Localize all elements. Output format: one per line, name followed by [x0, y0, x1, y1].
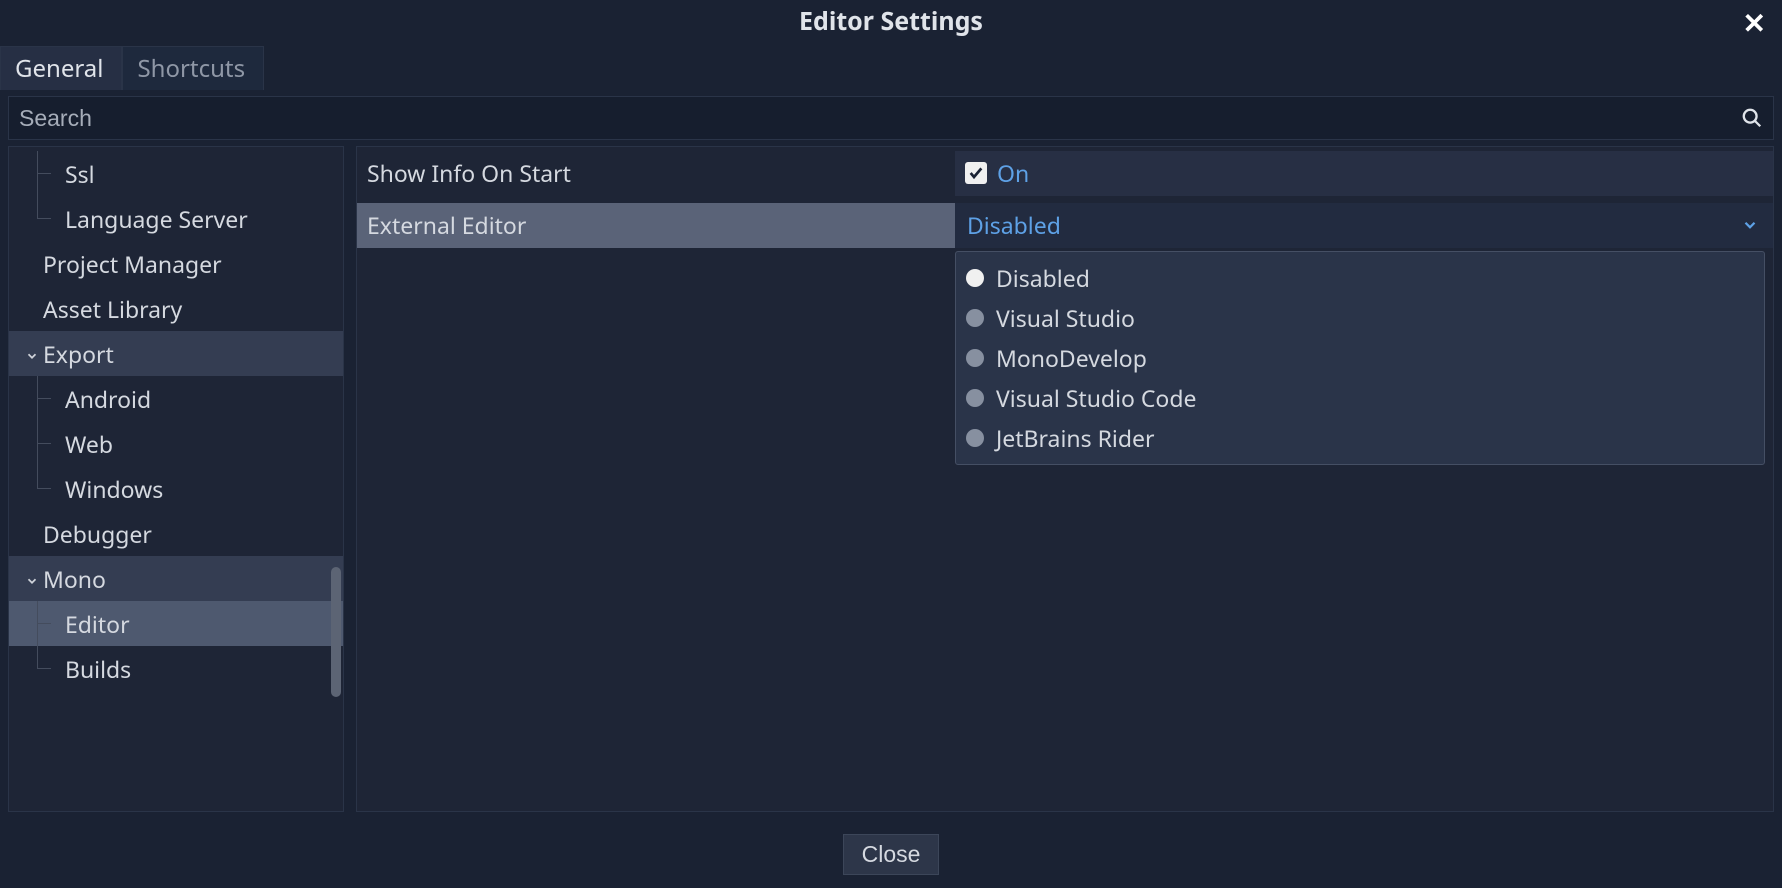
tree-item-debugger[interactable]: Debugger	[9, 511, 343, 556]
option-label: Visual Studio Code	[996, 382, 1196, 414]
tree-item-asset-library[interactable]: Asset Library	[9, 286, 343, 331]
tree-guide	[37, 646, 38, 669]
tree-item-label: Asset Library	[43, 293, 182, 325]
dropdown-selected: Disabled	[967, 209, 1061, 241]
search-bar	[8, 96, 1774, 140]
prop-label: Show Info On Start	[367, 157, 571, 189]
tree-item-label: Export	[43, 338, 114, 370]
tree-item-project-manager[interactable]: Project Manager	[9, 241, 343, 286]
option-label: Disabled	[996, 262, 1090, 294]
body: Ssl Language Server Project Manager Asset L…	[0, 146, 1782, 820]
chevron-down-icon	[1741, 209, 1759, 241]
sidebar-scrollbar[interactable]	[331, 567, 341, 697]
tree-item-android[interactable]: Android	[9, 376, 343, 421]
radio-icon	[966, 269, 984, 287]
tab-shortcuts-label: Shortcuts	[137, 52, 245, 85]
external-editor-option-disabled[interactable]: Disabled	[964, 258, 1756, 298]
option-label: Visual Studio	[996, 302, 1135, 334]
tree-item-label: Language Server	[65, 203, 248, 235]
show-info-checkbox-row[interactable]: On	[955, 151, 1773, 196]
tree-item-editor[interactable]: Editor	[9, 601, 343, 646]
tree-item-label: Project Manager	[43, 248, 222, 280]
radio-icon	[966, 309, 984, 327]
search-icon[interactable]	[1741, 107, 1763, 129]
external-editor-option-jetbrains-rider[interactable]: JetBrains Rider	[964, 418, 1756, 458]
tree-tick	[37, 623, 51, 624]
settings-window: Editor Settings ✕ General Shortcuts Ssl L…	[0, 0, 1782, 888]
tree-item-label: Ssl	[65, 158, 95, 190]
tree-item-label: Editor	[65, 608, 130, 640]
prop-show-info-on-start: Show Info On Start On	[357, 147, 1773, 199]
external-editor-dropdown[interactable]: Disabled	[955, 203, 1773, 248]
search-input[interactable]	[19, 105, 1741, 132]
tab-general[interactable]: General	[0, 46, 122, 90]
tree-guide	[37, 466, 38, 489]
titlebar: Editor Settings ✕	[0, 0, 1782, 42]
tree-item-label: Debugger	[43, 518, 152, 550]
tree-item-windows[interactable]: Windows	[9, 466, 343, 511]
tree-item-label: Mono	[43, 563, 106, 595]
chevron-down-icon[interactable]	[23, 563, 41, 595]
close-icon[interactable]: ✕	[1737, 2, 1772, 44]
tree-tick	[37, 668, 51, 669]
tab-shortcuts[interactable]: Shortcuts	[122, 46, 264, 90]
tree-tick	[37, 398, 51, 399]
external-editor-option-visual-studio-code[interactable]: Visual Studio Code	[964, 378, 1756, 418]
close-button[interactable]: Close	[843, 834, 940, 875]
tree-guide	[37, 196, 38, 219]
tree-tick	[37, 488, 51, 489]
tree-item-label: Android	[65, 383, 151, 415]
tree-item-label: Windows	[65, 473, 163, 505]
tree-tick	[37, 173, 51, 174]
tree-tick	[37, 443, 51, 444]
tree-item-label: Web	[65, 428, 113, 460]
window-title: Editor Settings	[799, 4, 983, 38]
tree-item-web[interactable]: Web	[9, 421, 343, 466]
radio-icon	[966, 349, 984, 367]
close-button-label: Close	[862, 841, 921, 867]
external-editor-options-popup: Disabled Visual Studio MonoDevelop Visual S…	[955, 251, 1765, 465]
prop-external-editor: External Editor Disabled	[357, 199, 1773, 251]
option-label: JetBrains Rider	[996, 422, 1154, 454]
tree-item-mono[interactable]: Mono	[9, 556, 343, 601]
option-label: MonoDevelop	[996, 342, 1147, 374]
radio-icon	[966, 389, 984, 407]
tree-tick	[37, 218, 51, 219]
external-editor-option-monodevelop[interactable]: MonoDevelop	[964, 338, 1756, 378]
tree-item-language-server[interactable]: Language Server	[9, 196, 343, 241]
prop-label: External Editor	[367, 209, 526, 241]
tree-item-builds[interactable]: Builds	[9, 646, 343, 691]
external-editor-option-visual-studio[interactable]: Visual Studio	[964, 298, 1756, 338]
tab-bar: General Shortcuts	[0, 46, 1782, 90]
tree-item-export[interactable]: Export	[9, 331, 343, 376]
radio-icon	[966, 429, 984, 447]
tab-general-label: General	[15, 52, 103, 85]
footer: Close	[0, 820, 1782, 888]
show-info-value: On	[997, 157, 1029, 189]
properties-panel: Show Info On Start On External Editor Di…	[356, 146, 1774, 812]
tree-item-ssl[interactable]: Ssl	[9, 151, 343, 196]
checkbox-icon[interactable]	[965, 162, 987, 184]
chevron-down-icon[interactable]	[23, 338, 41, 370]
tree-item-label: Builds	[65, 653, 131, 685]
settings-tree-sidebar: Ssl Language Server Project Manager Asset L…	[8, 146, 344, 812]
